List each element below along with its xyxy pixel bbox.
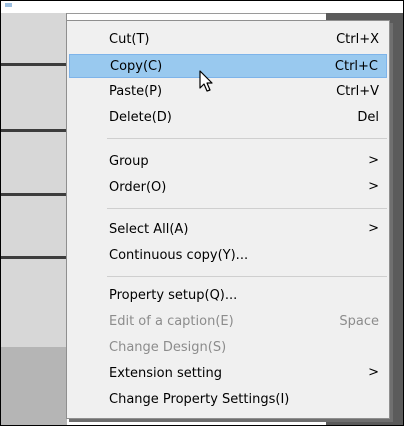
menu-item-label: Property setup(Q)... [109, 288, 238, 303]
menu-item-shortcut: Space [339, 314, 379, 329]
left-ruler [1, 13, 67, 425]
chevron-right-icon: > [368, 365, 379, 380]
menu-item-label: Paste(P) [109, 84, 163, 99]
menu-item-paste[interactable]: Paste(P) Ctrl+V [69, 80, 387, 104]
menu-item-edit-caption[interactable]: Edit of a caption(E) Space [69, 310, 387, 334]
menu-item-property-setup[interactable]: Property setup(Q)... [69, 284, 387, 308]
menu-separator [107, 276, 387, 277]
menu-item-label: Copy(C) [110, 59, 163, 74]
mouse-pointer-icon [199, 70, 213, 92]
menu-item-label: Continuous copy(Y)... [109, 248, 249, 263]
menu-item-label: Edit of a caption(E) [109, 314, 234, 329]
menu-item-cut[interactable]: Cut(T) Ctrl+X [69, 28, 387, 52]
menu-item-label: Select All(A) [109, 222, 189, 237]
menu-item-label: Order(O) [109, 180, 167, 195]
menu-item-delete[interactable]: Delete(D) Del [69, 106, 387, 130]
ruler-mark [1, 193, 67, 196]
chevron-right-icon: > [368, 179, 379, 194]
menu-item-extension-setting[interactable]: Extension setting > [69, 362, 387, 386]
menu-item-continuous-copy[interactable]: Continuous copy(Y)... [69, 244, 387, 268]
menu-item-change-property-settings[interactable]: Change Property Settings(I) [69, 388, 387, 412]
menu-item-group[interactable]: Group > [69, 150, 387, 174]
menu-item-label: Change Design(S) [109, 340, 227, 355]
window-corner-icon [5, 3, 12, 7]
menu-item-label: Extension setting [109, 366, 223, 381]
menu-item-change-design[interactable]: Change Design(S) [69, 336, 387, 360]
chevron-right-icon: > [368, 153, 379, 168]
ruler-mark [1, 129, 67, 132]
menu-item-shortcut: Del [357, 110, 379, 125]
ruler-lower-area [1, 347, 67, 425]
menu-item-shortcut: Ctrl+V [336, 84, 379, 99]
menu-item-label: Cut(T) [109, 32, 150, 47]
menu-item-select-all[interactable]: Select All(A) > [69, 218, 387, 242]
menu-item-order[interactable]: Order(O) > [69, 176, 387, 200]
menu-item-label: Change Property Settings(I) [109, 392, 290, 407]
menu-item-label: Group [109, 154, 149, 169]
menu-item-label: Delete(D) [109, 110, 172, 125]
context-menu: Cut(T) Ctrl+X Copy(C) Ctrl+C Paste(P) Ct… [66, 20, 390, 419]
menu-item-shortcut: Ctrl+C [334, 59, 378, 74]
menu-separator [107, 208, 387, 209]
menu-item-copy[interactable]: Copy(C) Ctrl+C [69, 54, 387, 78]
ruler-mark [1, 256, 67, 259]
chevron-right-icon: > [368, 221, 379, 236]
menu-item-shortcut: Ctrl+X [336, 32, 379, 47]
menu-separator [107, 138, 387, 139]
ruler-mark [1, 63, 67, 66]
